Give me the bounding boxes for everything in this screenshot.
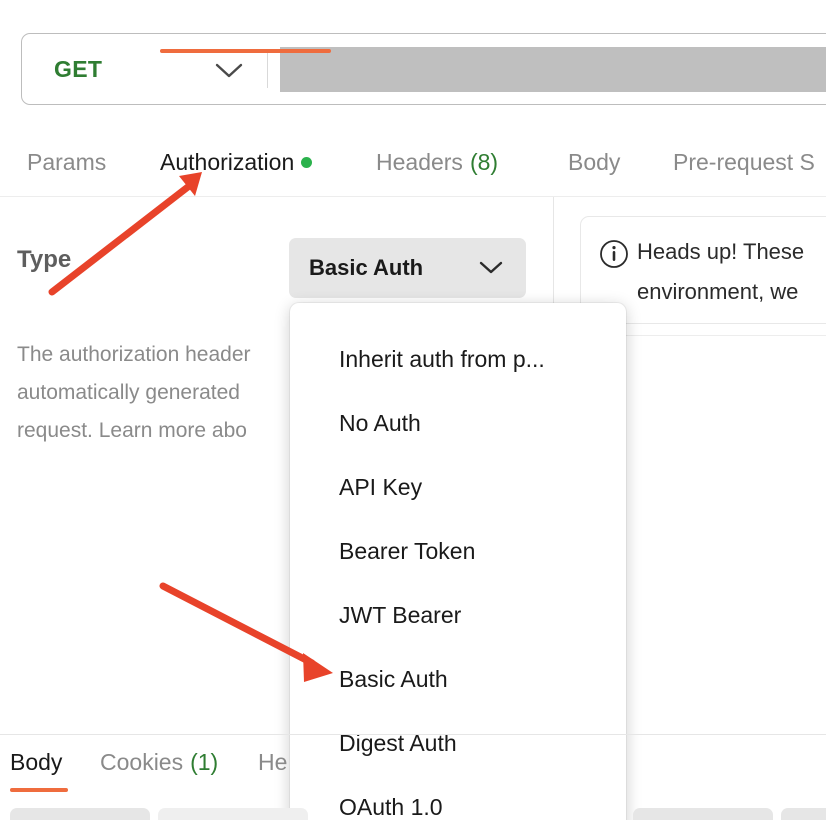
tab-headers-count: (8) — [469, 148, 499, 175]
tab-params[interactable]: Params — [27, 140, 106, 184]
response-toolbar-pill-4[interactable] — [781, 808, 826, 820]
app-root: GET Params Authorization Headers (8) Bod… — [0, 0, 826, 820]
response-tab-body-label: Body — [10, 748, 63, 775]
info-circle-icon — [599, 239, 629, 274]
tab-params-label: Params — [27, 148, 107, 175]
chevron-down-icon — [478, 260, 504, 281]
auth-type-label: Type — [17, 246, 72, 273]
url-input[interactable] — [280, 47, 826, 92]
request-bar: GET — [21, 33, 826, 105]
http-method-label: GET — [54, 55, 103, 82]
auth-description: The authorization header automatically g… — [17, 343, 251, 442]
response-toolbar-pill-3[interactable] — [633, 808, 773, 820]
request-tab-bar: Params Authorization Headers (8) Body Pr… — [0, 140, 826, 195]
auth-type-dropdown-menu[interactable]: Inherit auth from p... No Auth API Key B… — [290, 303, 626, 820]
active-tab-indicator — [160, 49, 331, 53]
response-tab-cookies-count: (1) — [190, 748, 219, 775]
dropdown-item-basic-auth[interactable]: Basic Auth — [290, 647, 626, 711]
dropdown-item-bearer-token[interactable]: Bearer Token — [290, 519, 626, 583]
auth-type-select-value: Basic Auth — [309, 255, 424, 280]
response-tab-body[interactable]: Body — [10, 744, 62, 780]
tab-body-label: Body — [568, 148, 621, 175]
response-tab-bar: Body Cookies (1) He — [0, 744, 826, 790]
dropdown-item-api-key[interactable]: API Key — [290, 455, 626, 519]
unsaved-changes-dot-icon — [301, 156, 313, 168]
tab-authorization[interactable]: Authorization — [160, 140, 313, 184]
response-toolbar-pill-1[interactable] — [10, 808, 150, 820]
chevron-down-icon — [214, 62, 244, 85]
tab-pre-request-script-label: Pre-request S — [673, 148, 815, 175]
response-tab-headers-label: He — [258, 748, 288, 775]
response-tab-headers[interactable]: He — [258, 744, 287, 780]
response-toolbar-pill-2[interactable] — [158, 808, 308, 820]
dropdown-item-inherit-auth[interactable]: Inherit auth from p... — [290, 327, 626, 391]
tab-pre-request-script[interactable]: Pre-request S — [673, 140, 815, 184]
field-separator — [610, 335, 826, 336]
dropdown-item-no-auth[interactable]: No Auth — [290, 391, 626, 455]
response-pane-divider — [0, 734, 826, 735]
auth-type-select[interactable]: Basic Auth — [289, 238, 526, 298]
response-tab-cookies[interactable]: Cookies (1) — [100, 744, 218, 780]
active-response-tab-indicator — [10, 788, 68, 792]
tab-headers[interactable]: Headers (8) — [376, 140, 498, 184]
http-method-selector[interactable]: GET — [22, 34, 266, 104]
method-url-divider — [267, 52, 268, 88]
heads-up-info-text: Heads up! These environment, we — [637, 239, 805, 304]
dropdown-item-jwt-bearer[interactable]: JWT Bearer — [290, 583, 626, 647]
response-tab-cookies-label: Cookies — [100, 748, 184, 775]
tab-body[interactable]: Body — [568, 140, 620, 184]
tab-headers-label: Headers — [376, 148, 463, 175]
tab-authorization-label: Authorization — [160, 148, 295, 175]
